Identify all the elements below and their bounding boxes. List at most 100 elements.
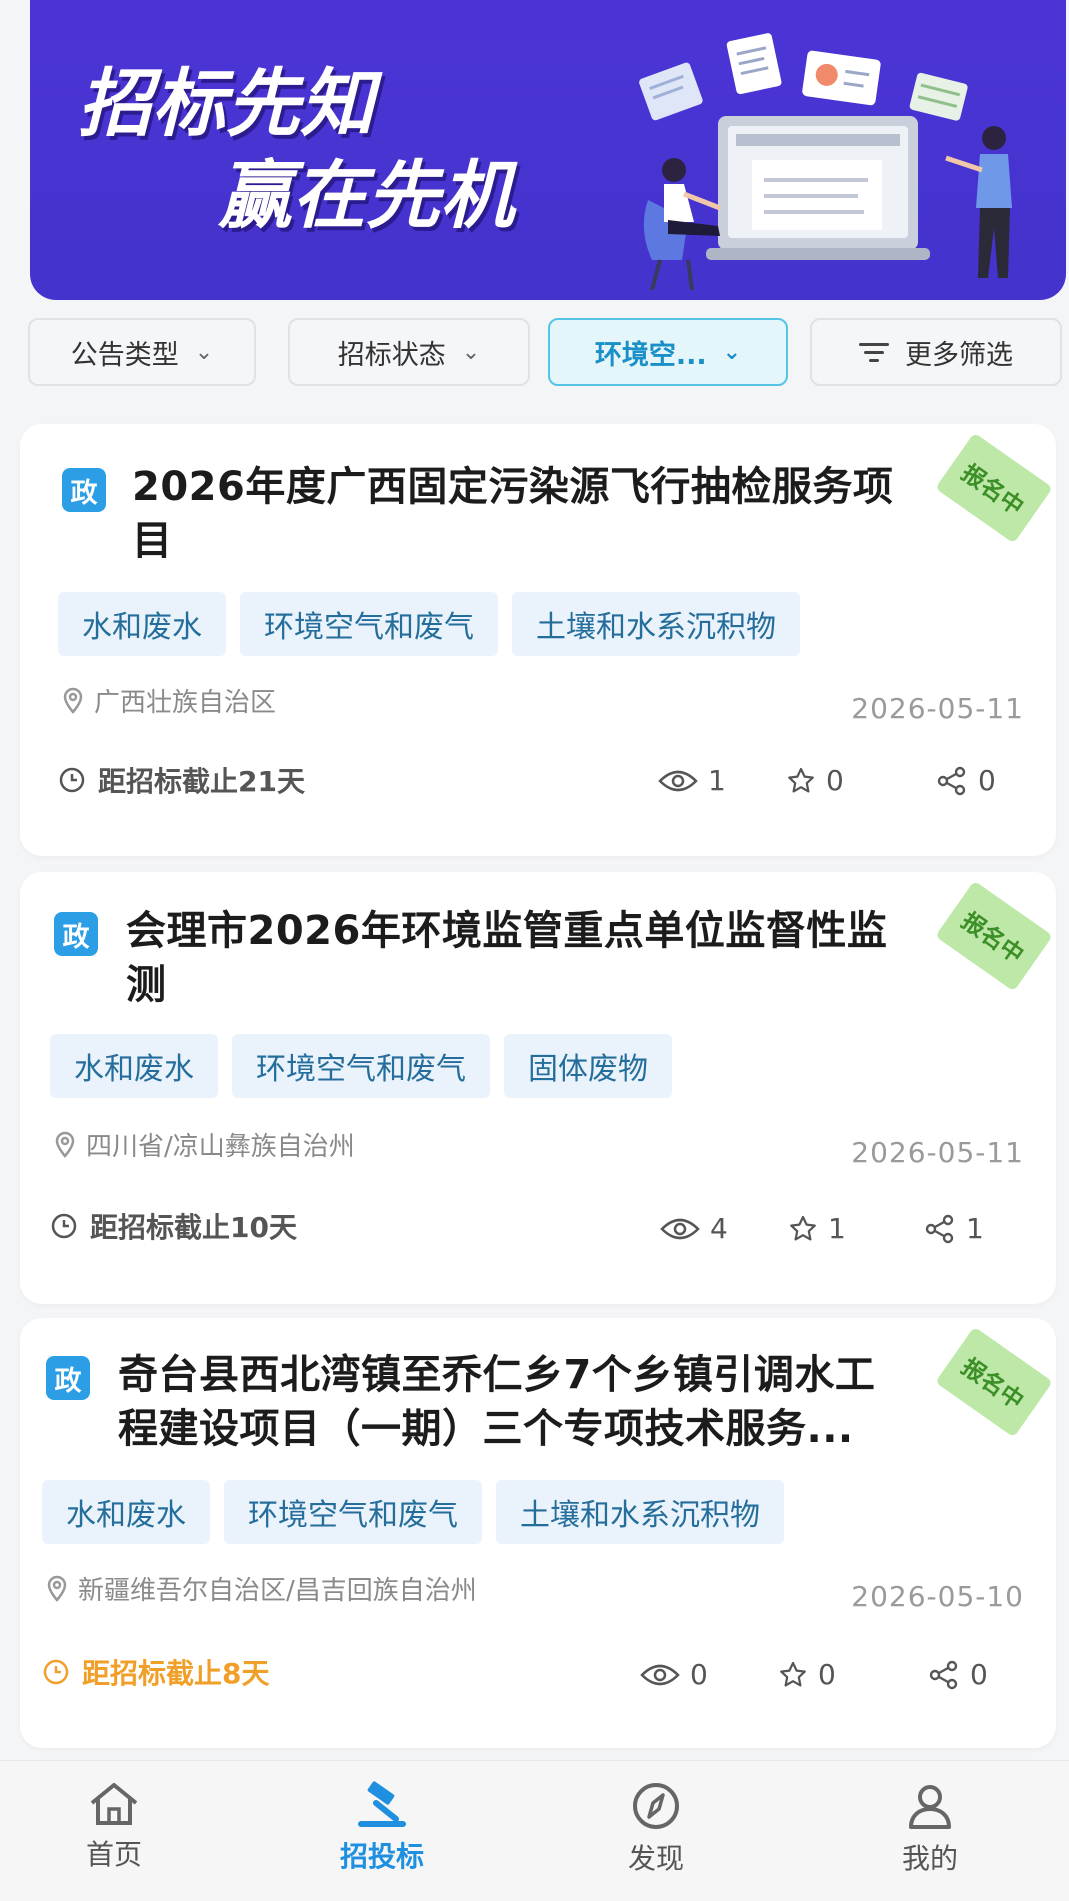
location: 新疆维吾尔自治区/昌吉回族自治州 [46, 1570, 477, 1607]
banner-title-line2: 赢在先机 [218, 153, 514, 239]
chevron-down-icon: ⌄ [461, 339, 481, 365]
compass-icon [633, 1783, 679, 1829]
eye-icon [660, 1218, 700, 1239]
share-icon [925, 1214, 954, 1243]
deadline-text: 距招标截止8天 [82, 1657, 270, 1690]
tag-list: 水和废水 环境空气和废气 固体废物 [50, 1034, 672, 1098]
deadline-text: 距招标截止10天 [90, 1211, 297, 1244]
views-count: 4 [660, 1212, 788, 1245]
share-button[interactable]: 0 [936, 764, 996, 797]
card-title: 会理市2026年环境监管重点单位监督性监 测 [126, 904, 966, 1012]
star-icon [780, 1661, 806, 1686]
share-button[interactable]: 0 [928, 1658, 988, 1691]
publish-date: 2026-05-11 [851, 1136, 1024, 1169]
card-title-line: 程建设项目（一期）三个专项技术服务... [118, 1406, 854, 1452]
tender-card[interactable]: 政 2026年度广西固定污染源飞行抽检服务项 目 报名中 水和废水 环境空气和废… [20, 424, 1056, 856]
category-tag[interactable]: 土壤和水系沉积物 [496, 1480, 784, 1544]
views-count: 0 [640, 1658, 778, 1691]
card-stats: 0 0 0 [640, 1658, 988, 1691]
tab-home[interactable]: 首页 [34, 1781, 194, 1873]
card-title-line: 目 [132, 518, 173, 564]
views-value: 1 [708, 764, 726, 797]
publish-date: 2026-05-11 [851, 692, 1024, 725]
government-badge: 政 [46, 1356, 90, 1400]
category-tag[interactable]: 环境空气和废气 [232, 1034, 490, 1098]
chevron-down-icon: ⌄ [722, 339, 742, 365]
location-pin-icon [55, 1131, 75, 1158]
star-icon [790, 1215, 816, 1240]
deadline: 距招标截止21天 [58, 760, 305, 800]
shares-value: 0 [978, 764, 996, 797]
clock-icon [59, 767, 85, 793]
card-title-line: 会理市2026年环境监管重点单位监督性监 [126, 908, 888, 954]
tender-card[interactable]: 政 会理市2026年环境监管重点单位监督性监 测 报名中 水和废水 环境空气和废… [20, 872, 1056, 1304]
stars-value: 0 [818, 1658, 836, 1691]
card-title: 2026年度广西固定污染源飞行抽检服务项 目 [132, 460, 972, 568]
category-tag[interactable]: 水和废水 [58, 592, 226, 656]
card-title: 奇台县西北湾镇至乔仁乡7个乡镇引调水工 程建设项目（一期）三个专项技术服务... [118, 1348, 968, 1456]
chevron-down-icon: ⌄ [194, 339, 214, 365]
clock-icon [43, 1659, 69, 1685]
deadline: 距招标截止8天 [42, 1652, 269, 1692]
filter-label: 环境空... [594, 339, 707, 371]
tag-list: 水和废水 环境空气和废气 土壤和水系沉积物 [42, 1480, 784, 1544]
category-tag[interactable]: 土壤和水系沉积物 [512, 592, 800, 656]
promo-banner[interactable]: 招标先知 赢在先机 [30, 0, 1066, 300]
home-icon [90, 1783, 138, 1825]
tab-me[interactable]: 我的 [850, 1781, 1010, 1877]
filter-label: 招标状态 [337, 339, 446, 371]
deadline: 距招标截止10天 [50, 1206, 297, 1246]
filter-environment-air[interactable]: 环境空... ⌄ [548, 318, 788, 386]
eye-icon [658, 770, 698, 791]
category-tag[interactable]: 固体废物 [504, 1034, 672, 1098]
tag-list: 水和废水 环境空气和废气 土壤和水系沉积物 [58, 592, 800, 656]
star-button[interactable]: 0 [778, 1658, 928, 1691]
filter-more[interactable]: 更多筛选 [810, 318, 1062, 386]
filter-bid-status[interactable]: 招标状态 ⌄ [288, 318, 530, 386]
views-count: 1 [658, 764, 786, 797]
card-title-line: 测 [126, 962, 167, 1008]
card-stats: 1 0 0 [658, 764, 996, 797]
tab-discover[interactable]: 发现 [576, 1781, 736, 1877]
location-text: 广西壮族自治区 [94, 688, 277, 718]
deadline-text: 距招标截止21天 [98, 765, 305, 798]
user-icon [909, 1785, 951, 1829]
views-value: 0 [690, 1658, 708, 1691]
category-tag[interactable]: 水和废水 [42, 1480, 210, 1544]
office-illustration [639, 33, 1012, 290]
category-tag[interactable]: 水和废水 [50, 1034, 218, 1098]
filter-lines-icon [859, 341, 889, 363]
share-icon [937, 766, 966, 795]
filter-notice-type[interactable]: 公告类型 ⌄ [28, 318, 256, 386]
shares-value: 1 [966, 1212, 984, 1245]
category-tag[interactable]: 环境空气和废气 [240, 592, 498, 656]
share-button[interactable]: 1 [924, 1212, 984, 1245]
filter-label: 更多筛选 [905, 339, 1013, 371]
gavel-icon [358, 1781, 406, 1827]
views-value: 4 [710, 1212, 728, 1245]
tab-label: 我的 [901, 1842, 958, 1875]
banner-title-line1: 招标先知 [78, 61, 374, 147]
filter-bar: 公告类型 ⌄ 招标状态 ⌄ 环境空... ⌄ 更多筛选 [28, 318, 1064, 390]
share-icon [929, 1660, 958, 1689]
star-button[interactable]: 1 [788, 1212, 924, 1245]
card-title-line: 2026年度广西固定污染源飞行抽检服务项 [132, 464, 894, 510]
card-stats: 4 1 1 [660, 1212, 984, 1245]
card-title-line: 奇台县西北湾镇至乔仁乡7个乡镇引调水工 [118, 1352, 876, 1398]
tab-label: 发现 [627, 1842, 684, 1875]
clock-icon [51, 1213, 77, 1239]
government-badge: 政 [62, 468, 106, 512]
category-tag[interactable]: 环境空气和废气 [224, 1480, 482, 1544]
tender-card[interactable]: 政 奇台县西北湾镇至乔仁乡7个乡镇引调水工 程建设项目（一期）三个专项技术服务.… [20, 1318, 1056, 1748]
location: 广西壮族自治区 [62, 682, 276, 719]
location-pin-icon [63, 687, 83, 714]
bottom-tab-bar: 首页 招投标 发现 我的 [0, 1760, 1069, 1901]
location: 四川省/凉山彝族自治州 [54, 1126, 355, 1163]
stars-value: 0 [826, 764, 844, 797]
star-button[interactable]: 0 [786, 764, 936, 797]
tab-bidding[interactable]: 招投标 [302, 1781, 462, 1875]
shares-value: 0 [970, 1658, 988, 1691]
publish-date: 2026-05-10 [851, 1580, 1024, 1613]
location-pin-icon [47, 1575, 67, 1602]
banner-title: 招标先知 赢在先机 [78, 58, 514, 242]
